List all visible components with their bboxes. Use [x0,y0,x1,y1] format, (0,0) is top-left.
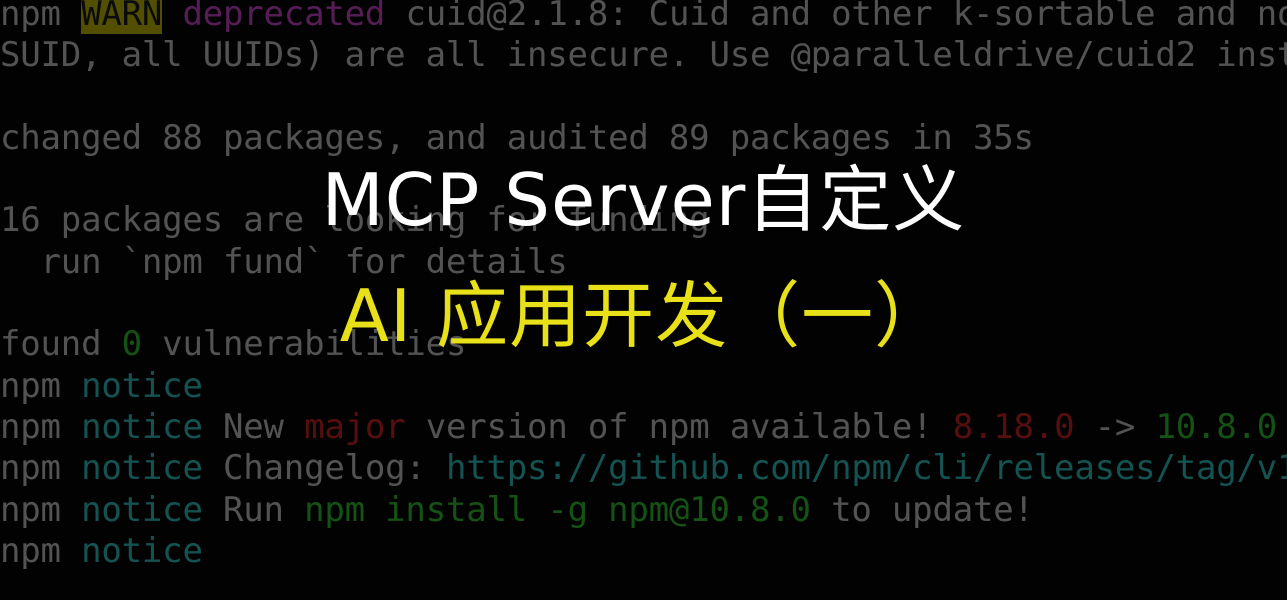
banner-title: MCP Server自定义 [321,158,966,242]
banner-subtitle: AI 应用开发（一） [339,274,948,358]
banner: MCP Server自定义 AI 应用开发（一） [0,150,1287,366]
